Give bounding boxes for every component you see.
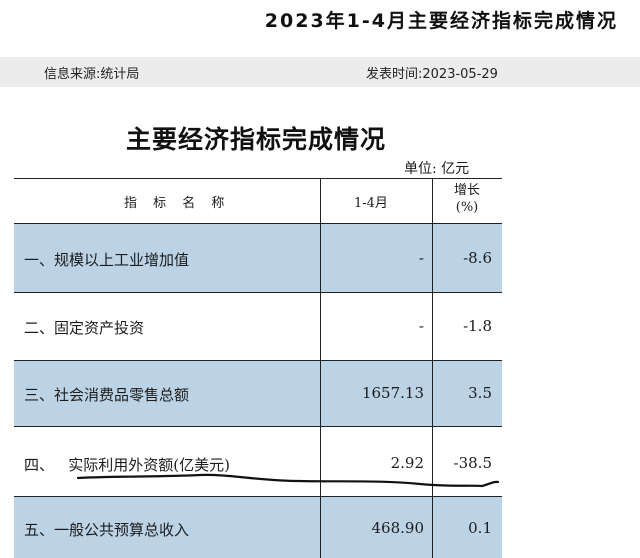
document-title: 主要经济指标完成情况 bbox=[126, 125, 387, 154]
info-bar: 信息来源:统计局 发表时间:2023-05-29 bbox=[0, 57, 640, 87]
row-growth: 3.5 bbox=[468, 384, 492, 402]
indicator-table: 指 标 名 称 1-4月 增长 (%) 一、规模以上工业增加值 - -8.6 二… bbox=[14, 178, 502, 558]
header-indicator-name: 指 标 名 称 bbox=[124, 196, 231, 211]
row-growth: -38.5 bbox=[453, 454, 492, 472]
row-rule bbox=[14, 426, 502, 427]
table-top-rule bbox=[14, 178, 502, 179]
row-rule bbox=[14, 496, 502, 497]
row-growth: -1.8 bbox=[463, 317, 492, 335]
row-value: 1657.13 bbox=[361, 384, 424, 402]
header-growth: 增长 (%) bbox=[434, 182, 500, 216]
row-rule bbox=[14, 292, 502, 293]
publish-date: 发表时间:2023-05-29 bbox=[366, 67, 498, 82]
header-growth-unit: (%) bbox=[455, 200, 479, 215]
row-name: 五、一般公共预算总收入 bbox=[24, 521, 190, 539]
header-period: 1-4月 bbox=[354, 196, 388, 211]
column-rule bbox=[432, 178, 433, 558]
row-rule bbox=[14, 360, 502, 361]
row-value: - bbox=[418, 249, 424, 267]
row-name: 三、社会消费品零售总额 bbox=[24, 386, 190, 404]
column-rule bbox=[320, 178, 321, 558]
unit-label: 单位: 亿元 bbox=[404, 161, 470, 177]
row-value: 468.90 bbox=[371, 519, 425, 537]
row-growth: -8.6 bbox=[463, 249, 492, 267]
info-source: 信息来源:统计局 bbox=[44, 67, 140, 82]
row-name: 一、规模以上工业增加值 bbox=[24, 251, 190, 269]
row-growth: 0.1 bbox=[468, 519, 492, 537]
header-growth-label: 增长 bbox=[453, 183, 480, 198]
row-name: 四、 实际利用外资额(亿美元) bbox=[24, 456, 231, 474]
row-value: - bbox=[418, 317, 424, 335]
page-title: 2023年1-4月主要经济指标完成情况 bbox=[264, 10, 618, 32]
row-value: 2.92 bbox=[390, 454, 424, 472]
header-bottom-rule bbox=[14, 223, 502, 224]
row-name: 二、固定资产投资 bbox=[24, 319, 145, 337]
